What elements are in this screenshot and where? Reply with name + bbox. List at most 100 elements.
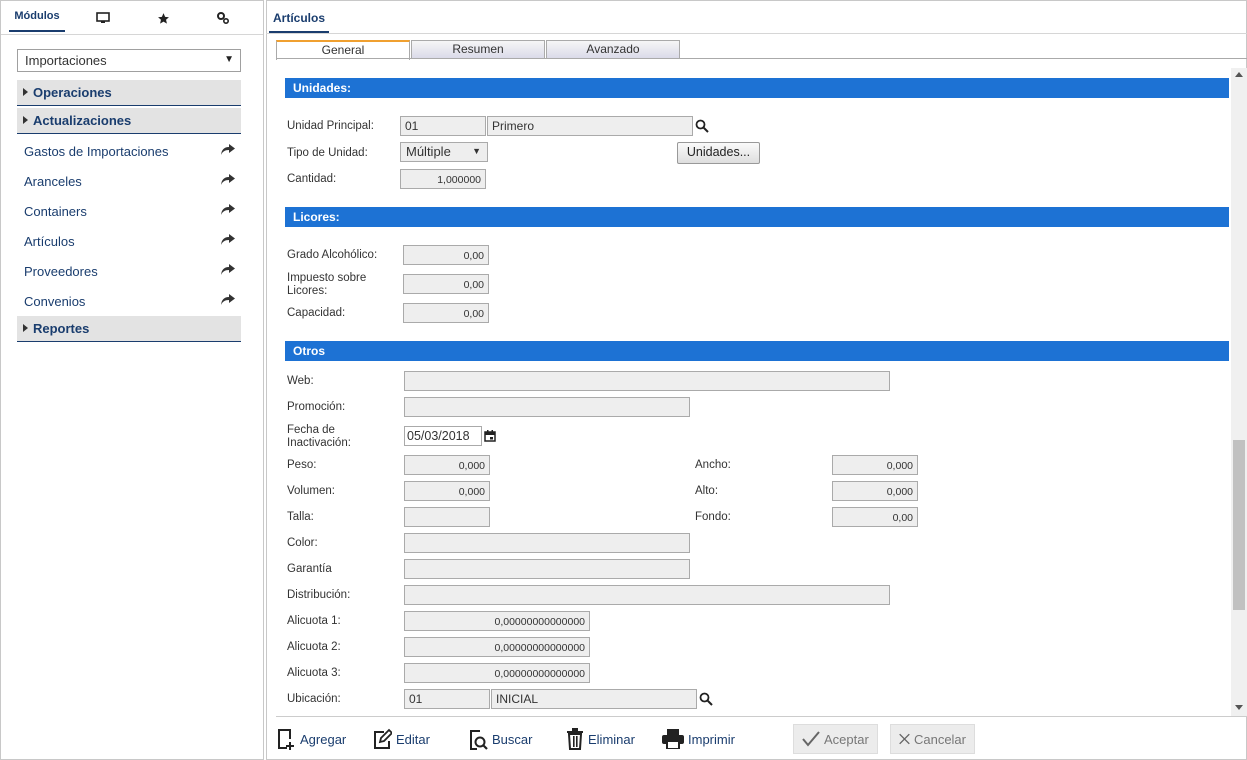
menu-reportes[interactable]: Reportes bbox=[17, 316, 241, 342]
scroll-down-icon[interactable] bbox=[1235, 705, 1243, 710]
monitor-icon bbox=[96, 12, 110, 23]
menu-actualizaciones-label: Actualizaciones bbox=[33, 113, 132, 128]
alto-field[interactable]: 0,000 bbox=[832, 481, 918, 501]
section-unidades: Unidades: bbox=[285, 78, 1229, 98]
menu-item-aranceles[interactable]: Aranceles bbox=[17, 171, 241, 193]
search-document-icon bbox=[470, 730, 488, 750]
search-icon[interactable] bbox=[695, 119, 709, 133]
toolbar-divider bbox=[276, 716, 1247, 717]
cantidad-label: Cantidad: bbox=[287, 173, 337, 185]
menu-item-containers[interactable]: Containers bbox=[17, 201, 241, 223]
share-arrow-icon bbox=[221, 204, 235, 215]
menu-item-label: Aranceles bbox=[24, 174, 82, 189]
unidad-principal-label: Unidad Principal: bbox=[287, 120, 374, 132]
share-arrow-icon bbox=[221, 144, 235, 155]
scrollbar-thumb[interactable] bbox=[1233, 440, 1245, 610]
unidad-code-field[interactable]: 01 bbox=[400, 116, 486, 136]
capacidad-label: Capacidad: bbox=[287, 307, 346, 319]
eliminar-button[interactable]: Eliminar bbox=[566, 724, 635, 754]
menu-actualizaciones[interactable]: Actualizaciones bbox=[17, 108, 241, 134]
buscar-button[interactable]: Buscar bbox=[468, 724, 532, 754]
tipo-unidad-select[interactable]: Múltiple ▼ bbox=[400, 142, 488, 162]
cantidad-field[interactable]: 1,000000 bbox=[400, 169, 486, 189]
fondo-field[interactable]: 0,00 bbox=[832, 507, 918, 527]
menu-reportes-label: Reportes bbox=[33, 321, 90, 336]
fondo-label: Fondo: bbox=[695, 511, 731, 523]
module-select[interactable]: Importaciones ▼ bbox=[17, 49, 241, 72]
impuesto-licores-field[interactable]: 0,00 bbox=[403, 274, 489, 294]
tipo-unidad-value: Múltiple bbox=[406, 144, 451, 159]
caret-right-icon bbox=[23, 88, 28, 96]
cancelar-button[interactable]: Cancelar bbox=[890, 724, 975, 754]
alicuota-2-field[interactable]: 0,00000000000000 bbox=[404, 637, 590, 657]
web-field[interactable] bbox=[404, 371, 890, 391]
agregar-button[interactable]: Agregar bbox=[276, 724, 346, 754]
volumen-field[interactable]: 0,000 bbox=[404, 481, 490, 501]
trash-icon bbox=[567, 728, 583, 750]
capacidad-field[interactable]: 0,00 bbox=[403, 303, 489, 323]
tab-configuracion[interactable] bbox=[207, 1, 239, 35]
impuesto-licores-label-2: Licores: bbox=[287, 285, 328, 297]
unidad-name-field[interactable]: Primero bbox=[487, 116, 693, 136]
tab-monitor[interactable] bbox=[87, 1, 119, 35]
color-field[interactable] bbox=[404, 533, 690, 553]
subtab-avanzado[interactable]: Avanzado bbox=[546, 40, 680, 59]
peso-label: Peso: bbox=[287, 459, 317, 471]
share-arrow-icon bbox=[221, 294, 235, 305]
add-document-icon bbox=[278, 729, 294, 750]
fecha-inactivacion-field[interactable]: 05/03/2018 bbox=[404, 426, 482, 446]
scroll-up-icon[interactable] bbox=[1235, 72, 1243, 77]
aceptar-button[interactable]: Aceptar bbox=[793, 724, 878, 754]
checkmark-icon bbox=[802, 731, 820, 747]
calendar-icon[interactable] bbox=[484, 430, 496, 442]
volumen-label: Volumen: bbox=[287, 485, 335, 497]
subtab-divider bbox=[276, 58, 1247, 59]
module-select-value: Importaciones bbox=[25, 53, 107, 68]
tab-favoritos[interactable] bbox=[147, 1, 179, 35]
distribucion-label: Distribución: bbox=[287, 589, 351, 601]
distribucion-field[interactable] bbox=[404, 585, 890, 605]
unidades-button[interactable]: Unidades... bbox=[677, 142, 760, 164]
grado-alcoholico-field[interactable]: 0,00 bbox=[403, 245, 489, 265]
vertical-scrollbar[interactable] bbox=[1231, 68, 1247, 716]
star-icon bbox=[157, 12, 169, 24]
ubicacion-label: Ubicación: bbox=[287, 693, 341, 705]
subtab-resumen[interactable]: Resumen bbox=[411, 40, 545, 59]
subtab-general[interactable]: General bbox=[276, 40, 410, 60]
menu-item-label: Proveedores bbox=[24, 264, 98, 279]
edit-icon bbox=[374, 728, 392, 749]
alto-label: Alto: bbox=[695, 485, 719, 497]
promocion-field[interactable] bbox=[404, 397, 690, 417]
chevron-down-icon: ▼ bbox=[224, 54, 234, 65]
menu-item-convenios[interactable]: Convenios bbox=[17, 291, 241, 313]
ubicacion-code-field[interactable]: 01 bbox=[404, 689, 490, 709]
peso-field[interactable]: 0,000 bbox=[404, 455, 490, 475]
caret-right-icon bbox=[23, 116, 28, 124]
ubicacion-name-field[interactable]: INICIAL bbox=[491, 689, 697, 709]
garantia-field[interactable] bbox=[404, 559, 690, 579]
menu-item-articulos[interactable]: Artículos bbox=[17, 231, 241, 253]
ancho-field[interactable]: 0,000 bbox=[832, 455, 918, 475]
menu-item-proveedores[interactable]: Proveedores bbox=[17, 261, 241, 283]
grado-alcoholico-label: Grado Alcohólico: bbox=[287, 249, 378, 261]
tab-articulos[interactable]: Artículos bbox=[269, 6, 330, 33]
tab-modulos[interactable]: Módulos bbox=[9, 1, 65, 32]
menu-item-label: Gastos de Importaciones bbox=[24, 144, 169, 159]
fecha-inactivacion-label-1: Fecha de bbox=[287, 424, 335, 436]
share-arrow-icon bbox=[221, 264, 235, 275]
alicuota-3-field[interactable]: 0,00000000000000 bbox=[404, 663, 590, 683]
talla-field[interactable] bbox=[404, 507, 490, 527]
alicuota-1-label: Alicuota 1: bbox=[287, 615, 341, 627]
search-icon[interactable] bbox=[699, 692, 713, 706]
aceptar-label: Aceptar bbox=[824, 731, 869, 747]
imprimir-button[interactable]: Imprimir bbox=[662, 724, 735, 754]
share-arrow-icon bbox=[221, 234, 235, 245]
editar-button[interactable]: Editar bbox=[372, 724, 430, 754]
section-licores: Licores: bbox=[285, 207, 1229, 227]
alicuota-1-field[interactable]: 0,00000000000000 bbox=[404, 611, 590, 631]
menu-item-gastos[interactable]: Gastos de Importaciones bbox=[17, 141, 241, 163]
color-label: Color: bbox=[287, 537, 318, 549]
cancelar-label: Cancelar bbox=[913, 731, 966, 747]
ancho-label: Ancho: bbox=[695, 459, 731, 471]
menu-operaciones[interactable]: Operaciones bbox=[17, 80, 241, 106]
